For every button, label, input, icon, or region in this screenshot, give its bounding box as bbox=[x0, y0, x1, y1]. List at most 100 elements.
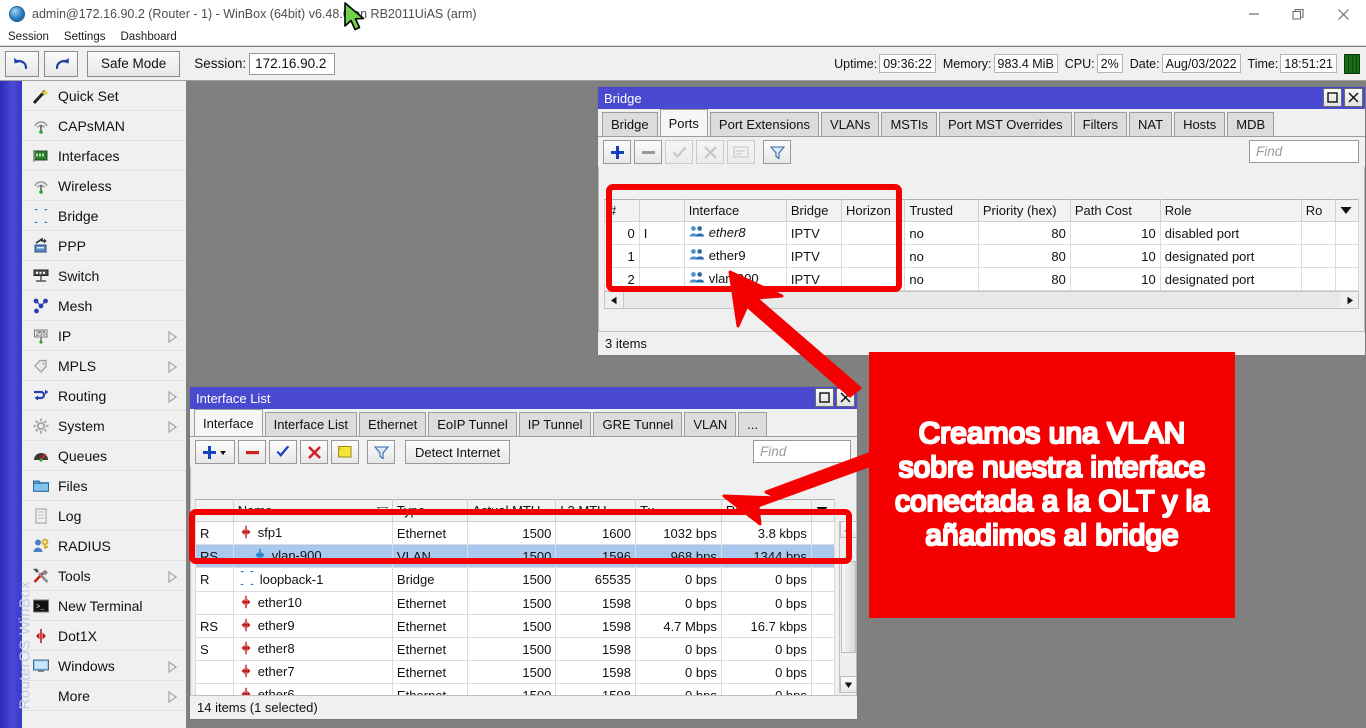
menu-item-dashboard[interactable]: Dashboard bbox=[113, 31, 183, 43]
interface-table-row[interactable]: ether7Ethernet150015980 bps0 bps bbox=[196, 661, 835, 684]
bridge-window-titlebar[interactable]: Bridge bbox=[598, 87, 1365, 109]
interface-table-row[interactable]: Sether8Ethernet150015980 bps0 bps bbox=[196, 638, 835, 661]
interface-column-menu-icon[interactable] bbox=[811, 500, 834, 522]
tab-bridge-mdb[interactable]: MDB bbox=[1227, 112, 1274, 136]
disable-x-icon[interactable] bbox=[300, 440, 328, 464]
add-icon[interactable] bbox=[603, 140, 631, 164]
interface-col-actual-mtu[interactable]: Actual MTU bbox=[468, 500, 556, 522]
interface-table-row[interactable]: Rloopback-1Bridge1500655350 bps0 bps bbox=[196, 568, 835, 592]
scroll-right-icon[interactable] bbox=[1340, 292, 1358, 308]
scrollbar-thumb[interactable] bbox=[841, 561, 856, 653]
tab-bridge-ports[interactable]: Ports bbox=[660, 109, 708, 136]
bridge-table-row[interactable]: 1ether9IPTVno8010designated port bbox=[605, 245, 1359, 268]
tab-bridge-vlans[interactable]: VLANs bbox=[821, 112, 879, 136]
menu-item-settings[interactable]: Settings bbox=[57, 31, 113, 43]
sidebar-item-queues[interactable]: Queues bbox=[22, 441, 186, 471]
sidebar-item-more[interactable]: More bbox=[22, 681, 186, 711]
close-icon[interactable] bbox=[1321, 0, 1366, 28]
scroll-left-icon[interactable] bbox=[605, 292, 623, 308]
tab-bridge-mstis[interactable]: MSTIs bbox=[881, 112, 937, 136]
bridge-col-interface[interactable]: Interface bbox=[684, 200, 786, 222]
interface-col-tx[interactable]: Tx bbox=[635, 500, 721, 522]
sidebar-item-bridge[interactable]: Bridge bbox=[22, 201, 186, 231]
disable-icon[interactable] bbox=[696, 140, 724, 164]
tab-interface-ethernet[interactable]: Ethernet bbox=[359, 412, 426, 436]
interface-table-row[interactable]: ether10Ethernet150015980 bps0 bps bbox=[196, 592, 835, 615]
bridge-col-blank[interactable] bbox=[639, 200, 684, 222]
tab-interface-eoip-tunnel[interactable]: EoIP Tunnel bbox=[428, 412, 517, 436]
tab-bridge-port-mst-overrides[interactable]: Port MST Overrides bbox=[939, 112, 1072, 136]
bridge-col-bridge[interactable]: Bridge bbox=[786, 200, 841, 222]
sidebar-item-system[interactable]: System bbox=[22, 411, 186, 441]
tab-bridge-bridge[interactable]: Bridge bbox=[602, 112, 658, 136]
sidebar-item-mesh[interactable]: Mesh bbox=[22, 291, 186, 321]
menu-item-session[interactable]: Session bbox=[1, 31, 56, 43]
tab-interface-vlan[interactable]: VLAN bbox=[684, 412, 736, 436]
sidebar-item-mpls[interactable]: MPLS bbox=[22, 351, 186, 381]
bridge-col-ro[interactable]: Ro bbox=[1301, 200, 1336, 222]
sidebar-item-interfaces[interactable]: Interfaces bbox=[22, 141, 186, 171]
bridge-table-row[interactable]: 2vlan-900IPTVno8010designated port bbox=[605, 268, 1359, 291]
bridge-maximize-icon[interactable] bbox=[1323, 88, 1342, 107]
tab-interface-interface[interactable]: Interface bbox=[194, 409, 263, 436]
bridge-horizontal-scrollbar[interactable] bbox=[604, 291, 1359, 309]
sidebar-item-capsman[interactable]: CAPsMAN bbox=[22, 111, 186, 141]
enable-icon[interactable] bbox=[665, 140, 693, 164]
bridge-col--[interactable]: # bbox=[605, 200, 640, 222]
sidebar-item-ip[interactable]: 255IP bbox=[22, 321, 186, 351]
bridge-col-role[interactable]: Role bbox=[1160, 200, 1301, 222]
sidebar-item-dot1x[interactable]: Dot1X bbox=[22, 621, 186, 651]
bridge-col-trusted[interactable]: Trusted bbox=[905, 200, 979, 222]
bridge-find-input[interactable]: Find bbox=[1249, 140, 1359, 163]
interface-col-type[interactable]: Type bbox=[392, 500, 467, 522]
bridge-column-menu-icon[interactable] bbox=[1336, 200, 1359, 222]
interface-table-row[interactable]: Rsfp1Ethernet150016001032 bps3.8 kbps bbox=[196, 522, 835, 545]
undo-icon[interactable] bbox=[5, 51, 39, 77]
interface-close-icon[interactable] bbox=[836, 388, 855, 407]
sidebar-item-routing[interactable]: Routing bbox=[22, 381, 186, 411]
session-value[interactable]: 172.16.90.2 bbox=[249, 53, 335, 75]
bridge-col-priority-hex-[interactable]: Priority (hex) bbox=[978, 200, 1070, 222]
comment-icon[interactable] bbox=[727, 140, 755, 164]
tab-bridge-port-extensions[interactable]: Port Extensions bbox=[710, 112, 819, 136]
bridge-col-horizon[interactable]: Horizon bbox=[842, 200, 905, 222]
tab-bridge-filters[interactable]: Filters bbox=[1074, 112, 1127, 136]
enable-check-icon[interactable] bbox=[269, 440, 297, 464]
sidebar-item-switch[interactable]: Switch bbox=[22, 261, 186, 291]
sidebar-item-files[interactable]: Files bbox=[22, 471, 186, 501]
interface-table-row[interactable]: RSether9Ethernet150015984.7 Mbps16.7 kbp… bbox=[196, 615, 835, 638]
bridge-col-path-cost[interactable]: Path Cost bbox=[1070, 200, 1160, 222]
interface-maximize-icon[interactable] bbox=[815, 388, 834, 407]
tab-interface--[interactable]: ... bbox=[738, 412, 767, 436]
interface-col-blank[interactable] bbox=[196, 500, 234, 522]
sidebar-item-quick-set[interactable]: Quick Set bbox=[22, 81, 186, 111]
filter-icon[interactable] bbox=[367, 440, 395, 464]
sidebar-item-log[interactable]: Log bbox=[22, 501, 186, 531]
bridge-close-icon[interactable] bbox=[1344, 88, 1363, 107]
interface-table-row[interactable]: RSvlan-900VLAN15001596968 bps1344 bps bbox=[196, 545, 835, 568]
tab-bridge-nat[interactable]: NAT bbox=[1129, 112, 1172, 136]
sidebar-item-ppp[interactable]: PPP bbox=[22, 231, 186, 261]
scroll-down-icon[interactable] bbox=[840, 676, 857, 693]
tab-interface-interface-list[interactable]: Interface List bbox=[265, 412, 357, 436]
comment-icon[interactable] bbox=[331, 440, 359, 464]
interface-window-titlebar[interactable]: Interface List bbox=[190, 387, 857, 409]
filter-icon[interactable] bbox=[763, 140, 791, 164]
interface-col-name[interactable]: Name bbox=[233, 500, 392, 522]
sidebar-item-windows[interactable]: Windows bbox=[22, 651, 186, 681]
scroll-up-icon[interactable] bbox=[840, 521, 857, 538]
sidebar-item-radius[interactable]: RADIUS bbox=[22, 531, 186, 561]
remove-icon[interactable] bbox=[238, 440, 266, 464]
sidebar-item-wireless[interactable]: Wireless bbox=[22, 171, 186, 201]
remove-icon[interactable] bbox=[634, 140, 662, 164]
tab-bridge-hosts[interactable]: Hosts bbox=[1174, 112, 1225, 136]
sidebar-item-new-terminal[interactable]: >_New Terminal bbox=[22, 591, 186, 621]
interface-vertical-scrollbar[interactable] bbox=[839, 521, 856, 693]
detect-internet-button[interactable]: Detect Internet bbox=[405, 440, 510, 464]
interface-find-input[interactable]: Find bbox=[753, 440, 851, 463]
sidebar-item-tools[interactable]: Tools bbox=[22, 561, 186, 591]
maximize-icon[interactable] bbox=[1276, 0, 1321, 28]
add-dropdown-icon[interactable] bbox=[195, 440, 235, 464]
tab-interface-gre-tunnel[interactable]: GRE Tunnel bbox=[593, 412, 682, 436]
interface-col-rx[interactable]: Rx bbox=[721, 500, 811, 522]
